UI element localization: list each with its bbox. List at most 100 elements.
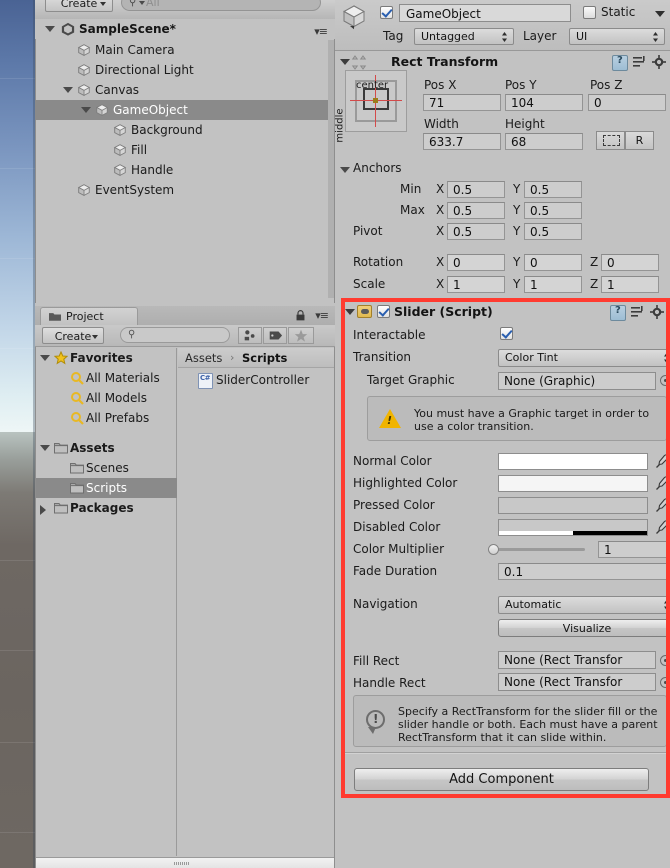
project-tree-item-packages[interactable]: Packages	[36, 498, 177, 518]
height-field[interactable]: 68	[505, 133, 583, 150]
anchor-min-y-field[interactable]: 0.5	[524, 181, 582, 198]
preset-icon[interactable]	[630, 305, 644, 319]
rect-transform-header[interactable]: Rect Transform ?	[335, 52, 670, 72]
chevron-down-icon[interactable]	[340, 59, 350, 65]
static-checkbox[interactable]	[583, 6, 596, 19]
rotation-x-field[interactable]: 0	[447, 254, 505, 271]
gear-icon[interactable]	[650, 305, 664, 319]
tag-dropdown[interactable]: Untagged	[414, 28, 514, 45]
chevron-right-icon[interactable]	[40, 505, 46, 515]
chevron-down-icon[interactable]	[655, 11, 665, 17]
highlighted-color-swatch[interactable]	[498, 475, 648, 492]
chevron-down-icon[interactable]	[345, 309, 355, 315]
transition-dropdown[interactable]: Color Tint	[498, 349, 670, 367]
blueprint-mode-button[interactable]	[596, 131, 625, 150]
gameobject-enabled-checkbox[interactable]	[380, 6, 393, 19]
fade-duration-field[interactable]: 0.1	[498, 563, 670, 580]
hierarchy-item-directional-light[interactable]: Directional Light	[35, 60, 335, 80]
rotation-y-field[interactable]: 0	[524, 254, 582, 271]
hierarchy-item-canvas[interactable]: Canvas	[35, 80, 335, 100]
resize-grip-icon[interactable]	[174, 862, 190, 865]
layer-dropdown[interactable]: UI	[569, 28, 665, 45]
preset-icon[interactable]	[632, 55, 646, 69]
hierarchy-item-handle[interactable]: Handle	[35, 160, 335, 180]
help-icon[interactable]: ?	[610, 305, 626, 321]
fill-rect-field[interactable]: None (Rect Transfor	[498, 651, 656, 669]
filter-by-label-icon[interactable]	[263, 327, 287, 344]
project-tree-item-scenes[interactable]: Scenes	[36, 458, 177, 478]
chevron-down-icon[interactable]	[63, 87, 73, 93]
hierarchy-item-main-camera[interactable]: Main Camera	[35, 40, 335, 60]
breadcrumb-root[interactable]: Assets	[185, 351, 222, 365]
normal-color-swatch[interactable]	[498, 453, 648, 470]
fill-rect-picker-icon[interactable]	[660, 655, 670, 666]
pos-x-field[interactable]: 71	[423, 94, 501, 111]
tab-project[interactable]: Project	[40, 307, 138, 325]
hierarchy-item-eventsystem[interactable]: EventSystem	[35, 180, 335, 200]
scale-x-field[interactable]: 1	[447, 276, 505, 293]
slider-enabled-checkbox[interactable]	[377, 305, 390, 318]
pressed-color-swatch[interactable]	[498, 497, 648, 514]
target-graphic-field[interactable]: None (Graphic)	[498, 372, 656, 390]
pos-z-field[interactable]: 0	[588, 94, 666, 111]
handle-rect-picker-icon[interactable]	[660, 677, 670, 688]
hierarchy-options-icon[interactable]: ▾≡	[314, 25, 328, 38]
eyedropper-icon[interactable]	[655, 498, 669, 513]
interactable-checkbox[interactable]	[500, 327, 513, 340]
hierarchy-create-button[interactable]: Create	[45, 0, 113, 12]
chevron-down-icon[interactable]	[45, 26, 55, 32]
hierarchy-scene-row[interactable]: SampleScene* ▾≡	[35, 19, 335, 39]
hierarchy-search-input[interactable]: ⚲ All	[121, 0, 321, 11]
filter-by-type-icon[interactable]	[238, 327, 262, 344]
chevron-down-icon[interactable]	[81, 107, 91, 113]
raw-edit-button[interactable]: R	[625, 131, 654, 150]
project-tree-item-scripts[interactable]: Scripts	[36, 478, 177, 498]
project-tree-item-favorites[interactable]: Favorites	[36, 348, 177, 368]
lock-icon[interactable]	[296, 310, 305, 321]
project-create-button[interactable]: Create	[42, 327, 104, 344]
hierarchy-item-gameobject[interactable]: GameObject	[35, 100, 335, 120]
eyedropper-icon[interactable]	[655, 476, 669, 491]
breadcrumb-current[interactable]: Scripts	[242, 351, 287, 365]
slider-component-header[interactable]: Slider (Script) ?	[345, 302, 670, 322]
project-statusbar[interactable]	[36, 857, 334, 868]
anchor-max-x-field[interactable]: 0.5	[447, 202, 505, 219]
visualize-button[interactable]: Visualize	[498, 619, 670, 637]
chevron-down-icon[interactable]	[40, 445, 50, 451]
handle-rect-field[interactable]: None (Rect Transfor	[498, 673, 656, 691]
add-component-button[interactable]: Add Component	[354, 768, 649, 791]
eyedropper-icon[interactable]	[655, 454, 669, 469]
project-search-input[interactable]: ⚲	[120, 327, 230, 343]
hierarchy-item-fill[interactable]: Fill	[35, 140, 335, 160]
project-tree-item-all-materials[interactable]: All Materials	[36, 368, 177, 388]
scale-z-field[interactable]: 1	[601, 276, 659, 293]
color-multiplier-field[interactable]: 1	[598, 541, 670, 558]
target-graphic-picker-icon[interactable]	[660, 375, 670, 386]
chevron-down-icon[interactable]	[340, 167, 350, 173]
pivot-x-field[interactable]: 0.5	[447, 223, 505, 240]
project-options-icon[interactable]: ▾≡	[315, 309, 329, 322]
gameobject-name-field[interactable]: GameObject	[399, 4, 571, 22]
chevron-down-icon[interactable]	[40, 355, 50, 361]
rotation-z-field[interactable]: 0	[601, 254, 659, 271]
anchor-max-y-field[interactable]: 0.5	[524, 202, 582, 219]
slider-handle[interactable]	[488, 544, 499, 555]
disabled-color-swatch[interactable]	[498, 519, 648, 536]
scene-view-sliver[interactable]	[0, 0, 35, 868]
gear-icon[interactable]	[652, 55, 666, 69]
scale-y-field[interactable]: 1	[524, 276, 582, 293]
pivot-y-field[interactable]: 0.5	[524, 223, 582, 240]
help-icon[interactable]: ?	[612, 55, 628, 71]
eyedropper-icon[interactable]	[655, 520, 669, 535]
filter-by-favorite-icon[interactable]	[288, 327, 314, 344]
project-tree-item-all-prefabs[interactable]: All Prefabs	[36, 408, 177, 428]
navigation-dropdown[interactable]: Automatic	[498, 596, 670, 614]
hierarchy-item-background[interactable]: Background	[35, 120, 335, 140]
anchor-min-x-field[interactable]: 0.5	[447, 181, 505, 198]
color-multiplier-slider[interactable]	[488, 541, 593, 558]
hierarchy-scrollbar[interactable]	[328, 40, 334, 298]
project-tree-item-all-models[interactable]: All Models	[36, 388, 177, 408]
list-item[interactable]: C# SliderController	[178, 370, 334, 390]
width-field[interactable]: 633.7	[423, 133, 501, 150]
pos-y-field[interactable]: 104	[505, 94, 583, 111]
